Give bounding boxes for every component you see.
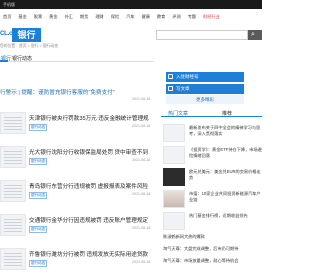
article-tag[interactable]: 银行动态 [29, 192, 48, 199]
article-date: 2021-06-18 [132, 260, 151, 264]
write-article-button[interactable]: 写文章 [166, 84, 244, 94]
hot-item-title[interactable]: 《投资学》：黄金ETF持仓下降，市场避险情绪回落 [189, 147, 262, 159]
article-title[interactable]: 齐鲁银行潍坊分行被罚 违规发放无实际用途贷款 [29, 250, 154, 258]
hot-thumbnail[interactable] [163, 146, 185, 164]
hot-thumbnail[interactable] [163, 190, 185, 208]
article-date: 2021-06-18 [132, 158, 151, 162]
nav-item[interactable]: 期货 [80, 14, 88, 20]
article-date: 2021-06-18 [132, 192, 151, 196]
nav-item[interactable]: 基金 [18, 14, 26, 20]
search-button[interactable] [248, 30, 262, 40]
hot-item[interactable]: 市值：10家企业共同投资新能源汽车产业链 [160, 190, 262, 210]
join-button[interactable]: 入驻财经号 [166, 72, 244, 82]
plain-list-item[interactable]: 淘气天尊：大盘完成调整，后市仍可期待 [160, 246, 262, 258]
hot-item-title[interactable]: 热门基金排行榜，近期收益领先 [189, 213, 262, 225]
list-item[interactable]: 光大银行沈阳分行收银保监局处罚 贷中审查不到 银行动态 2021-06-18 [0, 146, 154, 180]
article-title[interactable]: 光大银行沈阳分行收银保监局处罚 贷中审查不到 [29, 148, 154, 156]
article-thumbnail[interactable] [0, 112, 26, 134]
edit-icon [168, 86, 173, 91]
list-item[interactable]: 交通银行金华分行因违规被罚 违反账户管理规定 银行动态 2021-06-18 [0, 214, 154, 248]
article-tag[interactable]: 银行动态 [29, 226, 48, 233]
feature-date: 2021-06-18 [132, 97, 151, 101]
hot-thumbnail[interactable] [163, 212, 185, 230]
more-button[interactable]: 更多精彩 [166, 95, 244, 104]
nav-item[interactable]: 黄金 [49, 14, 57, 20]
list-item[interactable]: 天津银行被央行罚款35万元 违反金融统计管理规 银行动态 2021-06-18 [0, 112, 154, 146]
nav-item[interactable]: 汽车 [126, 14, 134, 20]
top-bar: 手机版 [0, 0, 262, 9]
hot-item-title[interactable]: 市值：10家企业共同投资新能源汽车产业链 [189, 191, 262, 203]
mobile-version-link[interactable]: 手机版 [3, 2, 15, 8]
hot-item-title[interactable]: 欧元兑美元：美金兑EUR的交易价格走势 [189, 169, 262, 181]
article-tag[interactable]: 银行动态 [29, 158, 48, 165]
tab-recommended[interactable]: 推荐 [222, 110, 232, 117]
article-tag[interactable]: 银行动态 [29, 124, 48, 131]
article-title[interactable]: 交通银行金华分行因违规被罚 违反账户管理规定 [29, 216, 154, 224]
tab-hot-articles[interactable]: 热门文章 [168, 110, 188, 117]
main-nav: 首页 基金 股票 黄金 外汇 期货 理财 保险 汽车 健康 教育 评测 专题 財… [0, 13, 262, 21]
tab-bank-news[interactable]: 银行动态 [12, 55, 32, 62]
article-title[interactable]: 青岛银行东营分行违规被罚 虚报报表及案件风险 [29, 182, 154, 190]
hot-header: 热门文章 推荐 [161, 108, 262, 117]
feature-headline[interactable]: 行警示 | 提醒：谨防冒充银行客服的“免费支付” [0, 88, 154, 96]
list-item[interactable]: 齐鲁银行潍坊分行被罚 违规发放无实际用途贷款 银行动态 2021-06-18 [0, 248, 154, 273]
search-input[interactable] [156, 30, 248, 40]
tab-underline [0, 60, 8, 62]
nav-item-active[interactable]: 財经行业 [203, 14, 220, 20]
tab-bar: 银行 银行动态 [0, 52, 154, 62]
article-date: 2021-06-18 [132, 124, 151, 128]
nav-item[interactable]: 理财 [95, 14, 103, 20]
join-button-label: 入驻财经号 [176, 74, 199, 79]
hot-item-title[interactable]: 最新发布关于四中全会的精神学习与思考，深入贯彻落实 [189, 125, 262, 137]
nav-item[interactable]: 专题 [188, 14, 196, 20]
nav-item[interactable]: 股票 [34, 14, 42, 20]
plain-list-item[interactable]: 陈淑鹤新网大热的爆款 [160, 234, 262, 246]
article-thumbnail[interactable] [0, 248, 26, 270]
article-date: 2021-06-18 [132, 226, 151, 230]
nav-item[interactable]: 评测 [172, 14, 180, 20]
user-icon [168, 74, 173, 79]
write-article-label: 写文章 [176, 86, 190, 91]
breadcrumb: 您的位置：首页 > 银行 > 银行动态 [0, 44, 59, 48]
article-thumbnail[interactable] [0, 180, 26, 202]
article-thumbnail[interactable] [0, 146, 26, 168]
list-item[interactable]: 青岛银行东营分行违规被罚 虚报报表及案件风险 银行动态 2021-06-18 [0, 180, 154, 214]
hot-item[interactable]: 欧元兑美元：美金兑EUR的交易价格走势 [160, 168, 262, 188]
article-tag[interactable]: 银行动态 [29, 260, 48, 267]
hot-item[interactable]: 《投资学》：黄金ETF持仓下降，市场避险情绪回落 [160, 146, 262, 166]
article-thumbnail[interactable] [0, 214, 26, 236]
plain-list-item[interactable]: 淘气天尊：市场放量调整，耐心等待机会 [160, 258, 262, 270]
nav-item[interactable]: 保险 [111, 14, 119, 20]
section-logo: 银行 [12, 28, 41, 42]
hot-thumbnail[interactable] [163, 168, 185, 186]
hot-item[interactable]: 最新发布关于四中全会的精神学习与思考，深入贯彻落实 [160, 124, 262, 144]
nav-item[interactable]: 首页 [3, 14, 11, 20]
nav-item[interactable]: 外汇 [65, 14, 73, 20]
article-title[interactable]: 天津银行被央行罚款35万元 违反金融统计管理规 [29, 114, 154, 122]
nav-item[interactable]: 教育 [157, 14, 165, 20]
hot-item[interactable]: 热门基金排行榜，近期收益领先 [160, 212, 262, 232]
hot-thumbnail[interactable] [163, 124, 185, 142]
nav-item[interactable]: 健康 [142, 14, 150, 20]
